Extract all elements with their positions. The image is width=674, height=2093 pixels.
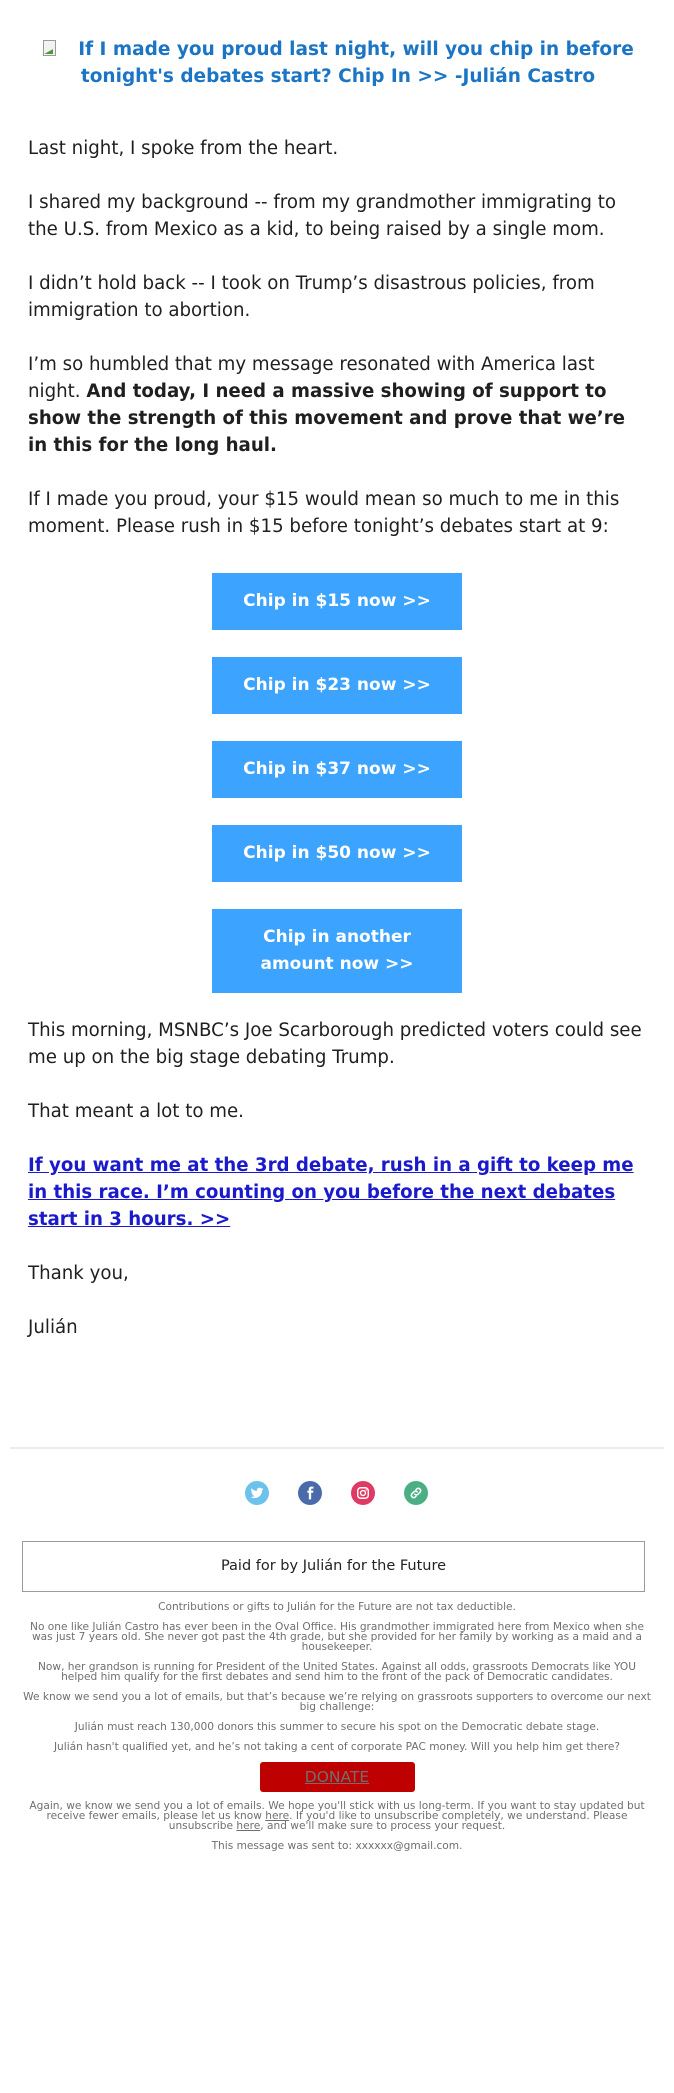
paid-for-disclaimer: Paid for by Julián for the Future xyxy=(22,1541,645,1592)
twitter-button[interactable] xyxy=(245,1481,269,1505)
donation-buttons: Chip in $15 now >> Chip in $23 now >> Ch… xyxy=(212,573,462,1020)
email-footer: Contributions or gifts to Julián for the… xyxy=(22,1602,652,1861)
donate-button[interactable]: DONATE xyxy=(259,1762,415,1792)
paragraph: Last night, I spoke from the heart. xyxy=(28,138,339,159)
grandson-text: Now, her grandson is running for Preside… xyxy=(38,1661,636,1683)
header-title-link[interactable]: If I made you proud last night, will you… xyxy=(78,39,634,87)
chip-in-other-amount-button[interactable]: Chip in another amount now >> xyxy=(212,909,462,993)
social-links xyxy=(0,1481,674,1505)
paragraph: If you want me at the 3rd debate, rush i… xyxy=(28,1152,648,1233)
paragraph: I didn’t hold back -- I took on Trump’s … xyxy=(28,273,595,321)
unsubscribe-text: Again, we know we send you a lot of emai… xyxy=(22,1801,652,1832)
paragraph: I’m so humbled that my message resonated… xyxy=(28,351,648,459)
bio-text: No one like Julián Castro has ever been … xyxy=(30,1621,644,1653)
website-link-button[interactable] xyxy=(404,1481,428,1505)
link-icon xyxy=(410,1487,422,1499)
email-body-top: Last night, I spoke from the heart. I sh… xyxy=(28,135,648,567)
email-body-bottom: This morning, MSNBC’s Joe Scarborough pr… xyxy=(28,1017,648,1368)
email-header[interactable]: If I made you proud last night, will you… xyxy=(28,36,648,90)
signature: Julián xyxy=(28,1317,78,1338)
donors-text: Julián must reach 130,000 donors this su… xyxy=(74,1721,600,1733)
chip-in-37-button[interactable]: Chip in $37 now >> xyxy=(212,741,462,798)
twitter-icon xyxy=(250,1487,264,1499)
paragraph: That meant a lot to me. xyxy=(28,1101,244,1122)
debate-gift-link[interactable]: If you want me at the 3rd debate, rush i… xyxy=(28,1155,634,1230)
instagram-icon xyxy=(357,1487,369,1499)
tax-disclaimer: Contributions or gifts to Julián for the… xyxy=(158,1601,516,1613)
chip-in-50-button[interactable]: Chip in $50 now >> xyxy=(212,825,462,882)
chip-in-23-button[interactable]: Chip in $23 now >> xyxy=(212,657,462,714)
facebook-button[interactable] xyxy=(298,1481,322,1505)
instagram-button[interactable] xyxy=(351,1481,375,1505)
sent-to-text: This message was sent to: xxxxxx@gmail.c… xyxy=(211,1840,463,1852)
pac-text: Julián hasn't qualified yet, and he’s no… xyxy=(53,1741,621,1753)
paragraph: If I made you proud, your $15 would mean… xyxy=(28,489,620,537)
chip-in-15-button[interactable]: Chip in $15 now >> xyxy=(212,573,462,630)
unsubscribe-text-part: , and we'll make sure to process your re… xyxy=(260,1820,506,1832)
emails-text: We know we send you a lot of emails, but… xyxy=(23,1691,651,1713)
paragraph: I shared my background -- from my grandm… xyxy=(28,192,616,240)
footer-divider xyxy=(10,1447,664,1449)
paragraph-bold-text: And today, I need a massive showing of s… xyxy=(28,381,626,456)
broken-image-icon xyxy=(42,40,57,56)
paragraph: This morning, MSNBC’s Joe Scarborough pr… xyxy=(28,1020,642,1068)
signoff: Thank you, xyxy=(28,1263,129,1284)
facebook-icon xyxy=(307,1486,314,1500)
unsubscribe-link[interactable]: here xyxy=(236,1820,260,1832)
